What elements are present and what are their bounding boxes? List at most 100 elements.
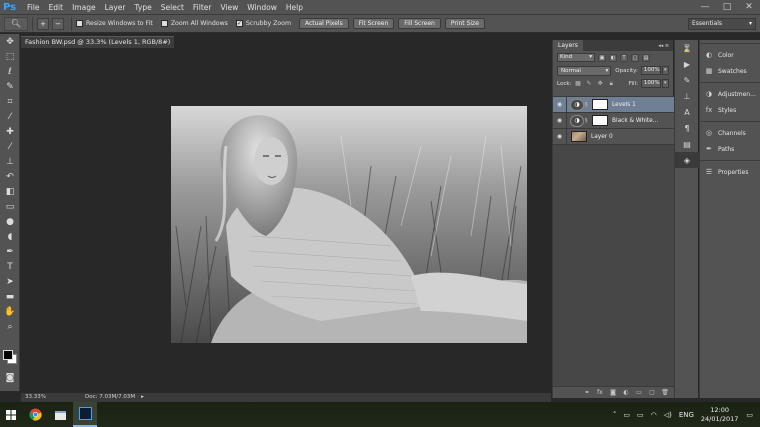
visibility-eye-icon[interactable]: ◉ bbox=[553, 112, 567, 129]
menu-layer[interactable]: Layer bbox=[105, 3, 126, 12]
healing-brush-tool-icon[interactable]: ✚ bbox=[0, 124, 20, 139]
zoom-tool-icon[interactable]: ⌕ bbox=[0, 319, 20, 334]
visibility-eye-icon[interactable]: ◉ bbox=[553, 128, 567, 145]
menu-image[interactable]: Image bbox=[72, 3, 96, 12]
menu-view[interactable]: View bbox=[220, 3, 238, 12]
panel-adjustments[interactable]: ◑ Adjustmen... bbox=[700, 86, 760, 102]
brush-tool-icon[interactable]: ⁄ bbox=[0, 139, 20, 154]
notes-icon[interactable]: ▤ bbox=[675, 136, 699, 152]
panel-channels[interactable]: ◎ Channels bbox=[700, 125, 760, 141]
eyedropper-tool-icon[interactable]: ⁄ bbox=[0, 109, 20, 124]
zoom-in-button[interactable]: + bbox=[37, 17, 49, 30]
type-filter-icon[interactable]: T bbox=[620, 53, 628, 62]
zoom-out-button[interactable]: − bbox=[52, 17, 64, 30]
new-layer-icon[interactable]: ▢ bbox=[647, 389, 657, 396]
pixel-filter-icon[interactable]: ▣ bbox=[598, 53, 606, 62]
layer-row-black-white[interactable]: ◉ ◑ § Black & White... bbox=[553, 112, 674, 129]
fill-screen-button[interactable]: Fill Screen bbox=[398, 18, 441, 29]
notifications-icon[interactable]: ▭ bbox=[746, 411, 753, 419]
clock[interactable]: 12:00 24/01/2017 bbox=[701, 406, 738, 424]
marquee-tool-icon[interactable]: ⬚ bbox=[0, 49, 20, 64]
taskbar-chrome[interactable] bbox=[23, 402, 47, 427]
menu-file[interactable]: File bbox=[27, 3, 40, 12]
scrubby-zoom-checkbox[interactable]: ✓ Scrubby Zoom bbox=[235, 20, 291, 27]
type-tool-icon[interactable]: T bbox=[0, 259, 20, 274]
menu-window[interactable]: Window bbox=[247, 3, 277, 12]
workspace-switcher[interactable]: Essentials ▾ bbox=[688, 18, 756, 30]
pen-tool-icon[interactable]: ✒ bbox=[0, 244, 20, 259]
new-adjustment-icon[interactable]: ◐ bbox=[621, 389, 631, 396]
quick-mask-icon[interactable]: ◙ bbox=[0, 370, 20, 385]
lock-position-icon[interactable]: ✥ bbox=[597, 80, 604, 88]
visibility-eye-icon[interactable]: ◉ bbox=[553, 96, 567, 113]
trash-icon[interactable]: 🗑︎ bbox=[660, 389, 670, 396]
new-group-icon[interactable]: ▭ bbox=[634, 389, 644, 396]
opacity-input[interactable]: 100% bbox=[640, 66, 661, 75]
panel-paths[interactable]: ✒ Paths bbox=[700, 141, 760, 157]
path-select-tool-icon[interactable]: ➤ bbox=[0, 274, 20, 289]
zoom-all-windows-checkbox[interactable]: Zoom All Windows bbox=[160, 20, 228, 27]
menu-filter[interactable]: Filter bbox=[193, 3, 212, 12]
chevron-down-icon[interactable]: ▾ bbox=[661, 79, 669, 88]
brush-presets-icon[interactable]: ✎ bbox=[675, 72, 699, 88]
windows-start-button[interactable] bbox=[0, 402, 22, 427]
shape-tool-icon[interactable]: ▬ bbox=[0, 289, 20, 304]
panel-swatches[interactable]: ▦ Swatches bbox=[700, 63, 760, 79]
document-tab[interactable]: Fashion BW.psd @ 33.3% (Levels 1, RGB/8#… bbox=[21, 36, 174, 57]
network-icon[interactable]: ▭ bbox=[623, 411, 630, 419]
taskbar-file-explorer[interactable] bbox=[48, 402, 72, 427]
menu-type[interactable]: Type bbox=[135, 3, 152, 12]
blend-mode-select[interactable]: Normal ▾ bbox=[557, 65, 612, 76]
actions-icon[interactable]: ▶ bbox=[675, 56, 699, 72]
print-size-button[interactable]: Print Size bbox=[444, 18, 485, 29]
fit-screen-button[interactable]: Fit Screen bbox=[352, 18, 395, 29]
hand-tool-icon[interactable]: ✋ bbox=[0, 304, 20, 319]
move-tool-icon[interactable]: ✥ bbox=[0, 34, 20, 49]
resize-windows-checkbox[interactable]: Resize Windows to Fit bbox=[76, 20, 153, 27]
chevron-right-icon[interactable]: ▸ bbox=[141, 393, 144, 402]
shape-filter-icon[interactable]: ▢ bbox=[631, 53, 639, 62]
history-brush-tool-icon[interactable]: ↶ bbox=[0, 169, 20, 184]
layer-row-layer0[interactable]: ◉ Layer 0 bbox=[553, 128, 674, 145]
layer-mask-thumbnail[interactable] bbox=[592, 115, 608, 126]
link-chain-icon[interactable]: § bbox=[585, 102, 591, 108]
link-chain-icon[interactable]: § bbox=[585, 118, 591, 124]
lock-pixels-icon[interactable]: ✎ bbox=[585, 80, 592, 88]
panel-styles[interactable]: fx Styles bbox=[700, 102, 760, 118]
paragraph-icon[interactable]: ¶ bbox=[675, 120, 699, 136]
lasso-tool-icon[interactable]: ℓ bbox=[0, 64, 20, 79]
clone-stamp-tool-icon[interactable]: ⊥ bbox=[0, 154, 20, 169]
chevron-up-icon[interactable]: ˄ bbox=[613, 411, 617, 419]
chevron-down-icon[interactable]: ▾ bbox=[661, 66, 669, 75]
dodge-tool-icon[interactable]: ◖ bbox=[0, 229, 20, 244]
quick-select-tool-icon[interactable]: ✎ bbox=[0, 79, 20, 94]
menu-select[interactable]: Select bbox=[161, 3, 184, 12]
layer-row-levels[interactable]: ◉ ◑ § Levels 1 bbox=[553, 96, 674, 113]
link-layers-icon[interactable]: ⚭ bbox=[582, 389, 592, 396]
panel-color[interactable]: ◐ Color bbox=[700, 47, 760, 63]
menu-edit[interactable]: Edit bbox=[49, 3, 64, 12]
panel-menu-icon[interactable]: ◂◂ ≡ bbox=[658, 43, 669, 49]
foreground-color[interactable] bbox=[3, 350, 13, 360]
menu-help[interactable]: Help bbox=[286, 3, 303, 12]
character-icon[interactable]: A bbox=[675, 104, 699, 120]
taskbar-photoshop[interactable] bbox=[73, 402, 97, 427]
eraser-tool-icon[interactable]: ◧ bbox=[0, 184, 20, 199]
adjustment-filter-icon[interactable]: ◐ bbox=[609, 53, 617, 62]
language-indicator[interactable]: ENG bbox=[679, 411, 694, 419]
layer-style-icon[interactable]: fx bbox=[595, 389, 605, 396]
gradient-tool-icon[interactable]: ▭ bbox=[0, 199, 20, 214]
clone-source-icon[interactable]: ⊥ bbox=[675, 88, 699, 104]
actual-pixels-button[interactable]: Actual Pixels bbox=[299, 18, 349, 29]
volume-icon[interactable]: ◁) bbox=[664, 411, 672, 419]
battery-icon[interactable]: ▭ bbox=[637, 411, 644, 419]
crop-tool-icon[interactable]: ⌗ bbox=[0, 94, 20, 109]
tool-preset-picker[interactable]: 🔍︎ bbox=[4, 16, 28, 31]
history-icon[interactable]: ⌛ bbox=[675, 40, 699, 56]
lock-all-icon[interactable]: 🔒︎ bbox=[608, 80, 615, 88]
blur-tool-icon[interactable]: ● bbox=[0, 214, 20, 229]
filter-kind-select[interactable]: Kind ▾ bbox=[557, 53, 595, 62]
zoom-level[interactable]: 33.33% bbox=[21, 393, 51, 402]
layer-mask-thumbnail[interactable] bbox=[592, 99, 608, 110]
smart-object-filter-icon[interactable]: ▤ bbox=[642, 53, 650, 62]
